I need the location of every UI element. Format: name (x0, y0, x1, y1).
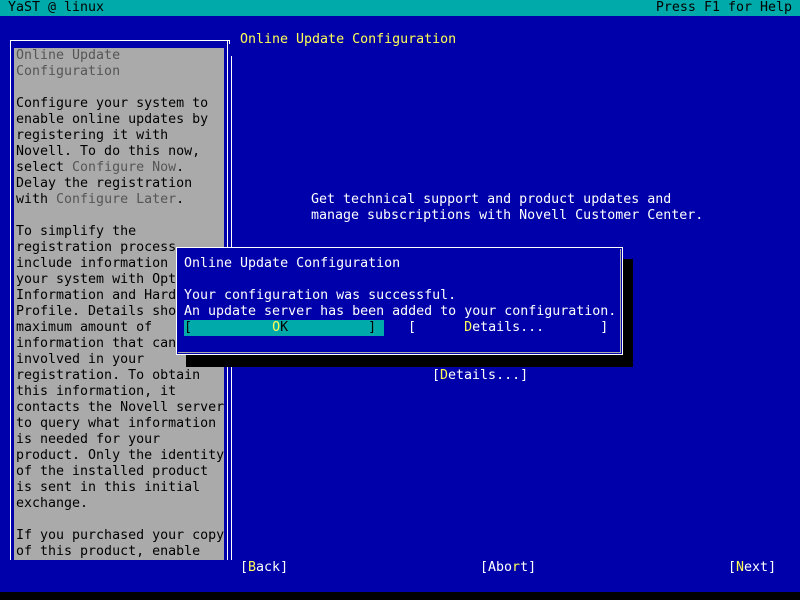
bottom-edge (0, 592, 800, 600)
back-button[interactable]: [Back] (240, 560, 288, 576)
next-button[interactable]: [Next] (728, 560, 776, 576)
page-title: Online Update Configuration (240, 32, 457, 47)
help-line: enable online updates by (16, 112, 209, 127)
help-line: registering it with (16, 128, 169, 143)
help-line: is needed for your (16, 432, 161, 447)
confirmation-dialog: Online Update Configuration Your configu… (176, 247, 623, 355)
help-line: Configure your system to (16, 96, 209, 111)
help-line: of this product, enable (16, 544, 201, 559)
details-button[interactable]: [Details...] (432, 368, 528, 384)
help-blank (14, 512, 224, 528)
help-line: exchange. (16, 496, 89, 511)
dialog-message-line-2: An update server has been added to your … (184, 304, 617, 319)
help-line: contacts the Novell server (16, 400, 224, 415)
info-text-line-2: manage subscriptions with Novell Custome… (311, 208, 704, 223)
help-line: Delay the registration (16, 176, 193, 191)
window-title: YaST @ linux (8, 0, 105, 15)
help-line: with Configure Later. (16, 192, 185, 207)
help-line: select Configure Now. (16, 160, 185, 175)
help-panel-border-left (10, 40, 11, 560)
help-blank (14, 208, 224, 224)
help-line: To simplify the (16, 224, 137, 239)
help-blank (14, 80, 224, 96)
dialog-details-button[interactable]: [ Details... ] (408, 320, 608, 336)
help-line: to query what information (16, 416, 217, 431)
help-title-line: Online Update (16, 48, 121, 63)
help-line: this information, it (16, 384, 177, 399)
help-line: of the installed product (16, 464, 209, 479)
help-panel-border-top (10, 40, 230, 44)
help-line: is sent in this initial (16, 480, 201, 495)
help-line: If you purchased your copy (16, 528, 224, 543)
help-line: Novell. To do this now, (16, 144, 201, 159)
dialog-title: Online Update Configuration (184, 256, 401, 271)
abort-button[interactable]: [Abort] (480, 560, 536, 576)
help-line: registration. To obtain (16, 368, 201, 383)
help-emphasis-configure-now: Configure Now (72, 160, 177, 175)
ok-button[interactable]: [ OK ] (184, 320, 384, 336)
help-line: product. Only the identity (16, 448, 224, 463)
help-hint: Press F1 for Help (655, 0, 792, 15)
top-bar: YaST @ linux Press F1 for Help (0, 0, 800, 16)
dialog-message-line-1: Your configuration was successful. (184, 288, 457, 303)
help-emphasis-configure-later: Configure Later (56, 192, 177, 207)
help-title-line: Configuration (16, 64, 121, 79)
info-text-line-1: Get technical support and product update… (311, 192, 672, 207)
